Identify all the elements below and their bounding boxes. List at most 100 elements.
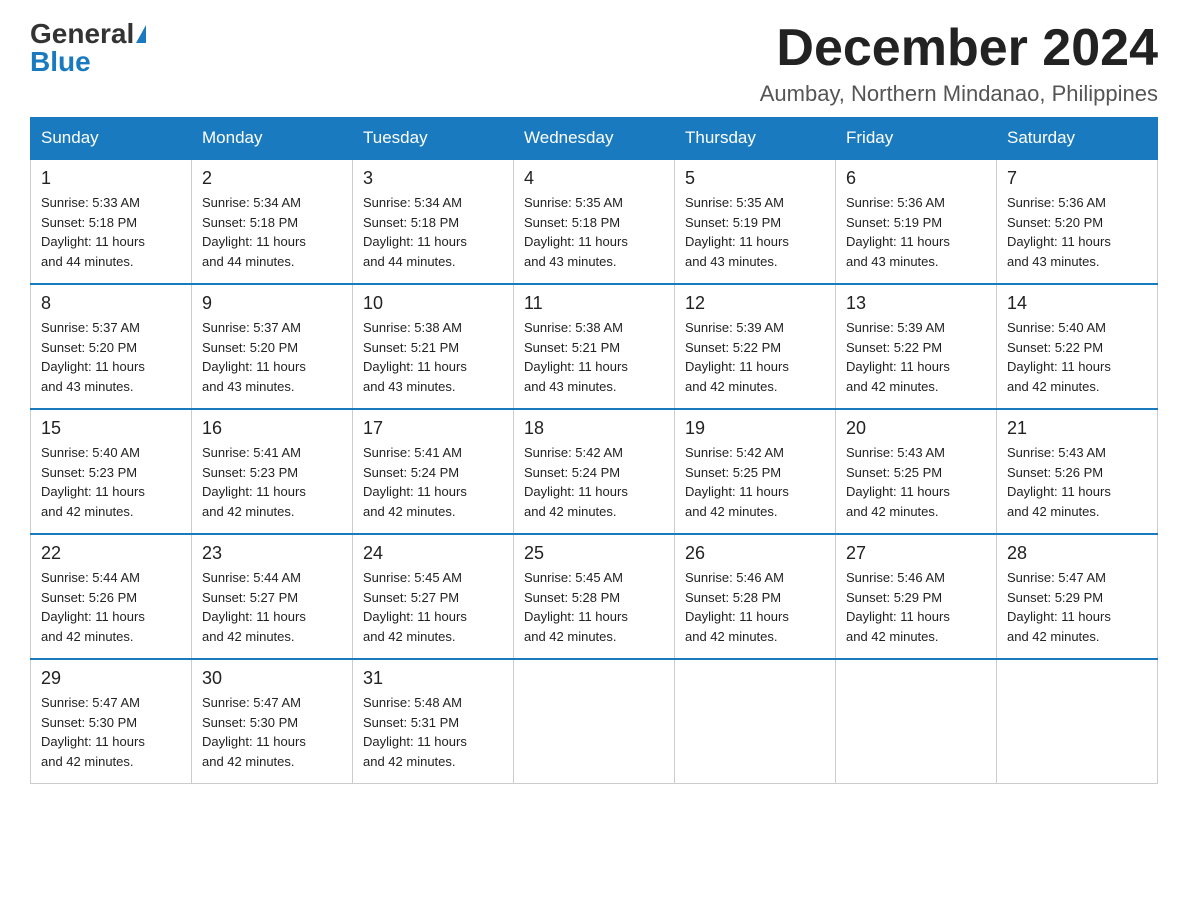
header-saturday: Saturday bbox=[997, 118, 1158, 160]
day-info: Sunrise: 5:39 AMSunset: 5:22 PMDaylight:… bbox=[846, 320, 950, 394]
header-sunday: Sunday bbox=[31, 118, 192, 160]
day-info: Sunrise: 5:33 AMSunset: 5:18 PMDaylight:… bbox=[41, 195, 145, 269]
calendar-cell bbox=[514, 659, 675, 784]
calendar-cell: 27 Sunrise: 5:46 AMSunset: 5:29 PMDaylig… bbox=[836, 534, 997, 659]
day-info: Sunrise: 5:36 AMSunset: 5:20 PMDaylight:… bbox=[1007, 195, 1111, 269]
calendar-cell: 9 Sunrise: 5:37 AMSunset: 5:20 PMDayligh… bbox=[192, 284, 353, 409]
calendar-cell: 4 Sunrise: 5:35 AMSunset: 5:18 PMDayligh… bbox=[514, 159, 675, 284]
day-info: Sunrise: 5:43 AMSunset: 5:25 PMDaylight:… bbox=[846, 445, 950, 519]
header-friday: Friday bbox=[836, 118, 997, 160]
day-number: 17 bbox=[363, 418, 503, 439]
day-info: Sunrise: 5:42 AMSunset: 5:24 PMDaylight:… bbox=[524, 445, 628, 519]
calendar-cell: 12 Sunrise: 5:39 AMSunset: 5:22 PMDaylig… bbox=[675, 284, 836, 409]
day-number: 11 bbox=[524, 293, 664, 314]
day-info: Sunrise: 5:39 AMSunset: 5:22 PMDaylight:… bbox=[685, 320, 789, 394]
location-title: Aumbay, Northern Mindanao, Philippines bbox=[760, 81, 1158, 107]
day-info: Sunrise: 5:45 AMSunset: 5:28 PMDaylight:… bbox=[524, 570, 628, 644]
day-number: 3 bbox=[363, 168, 503, 189]
day-number: 4 bbox=[524, 168, 664, 189]
calendar-cell: 25 Sunrise: 5:45 AMSunset: 5:28 PMDaylig… bbox=[514, 534, 675, 659]
header-monday: Monday bbox=[192, 118, 353, 160]
day-number: 24 bbox=[363, 543, 503, 564]
day-number: 20 bbox=[846, 418, 986, 439]
calendar-table: Sunday Monday Tuesday Wednesday Thursday… bbox=[30, 117, 1158, 784]
calendar-cell: 23 Sunrise: 5:44 AMSunset: 5:27 PMDaylig… bbox=[192, 534, 353, 659]
calendar-cell: 5 Sunrise: 5:35 AMSunset: 5:19 PMDayligh… bbox=[675, 159, 836, 284]
calendar-cell: 14 Sunrise: 5:40 AMSunset: 5:22 PMDaylig… bbox=[997, 284, 1158, 409]
day-info: Sunrise: 5:37 AMSunset: 5:20 PMDaylight:… bbox=[202, 320, 306, 394]
day-number: 1 bbox=[41, 168, 181, 189]
calendar-cell: 20 Sunrise: 5:43 AMSunset: 5:25 PMDaylig… bbox=[836, 409, 997, 534]
calendar-cell: 22 Sunrise: 5:44 AMSunset: 5:26 PMDaylig… bbox=[31, 534, 192, 659]
page-header: General Blue December 2024 Aumbay, North… bbox=[30, 20, 1158, 107]
calendar-cell: 6 Sunrise: 5:36 AMSunset: 5:19 PMDayligh… bbox=[836, 159, 997, 284]
header-wednesday: Wednesday bbox=[514, 118, 675, 160]
day-info: Sunrise: 5:36 AMSunset: 5:19 PMDaylight:… bbox=[846, 195, 950, 269]
day-info: Sunrise: 5:43 AMSunset: 5:26 PMDaylight:… bbox=[1007, 445, 1111, 519]
day-info: Sunrise: 5:40 AMSunset: 5:23 PMDaylight:… bbox=[41, 445, 145, 519]
calendar-cell: 15 Sunrise: 5:40 AMSunset: 5:23 PMDaylig… bbox=[31, 409, 192, 534]
month-title: December 2024 bbox=[760, 20, 1158, 77]
calendar-cell: 8 Sunrise: 5:37 AMSunset: 5:20 PMDayligh… bbox=[31, 284, 192, 409]
calendar-cell: 24 Sunrise: 5:45 AMSunset: 5:27 PMDaylig… bbox=[353, 534, 514, 659]
day-number: 13 bbox=[846, 293, 986, 314]
calendar-cell: 3 Sunrise: 5:34 AMSunset: 5:18 PMDayligh… bbox=[353, 159, 514, 284]
day-info: Sunrise: 5:37 AMSunset: 5:20 PMDaylight:… bbox=[41, 320, 145, 394]
calendar-cell: 11 Sunrise: 5:38 AMSunset: 5:21 PMDaylig… bbox=[514, 284, 675, 409]
day-number: 9 bbox=[202, 293, 342, 314]
calendar-cell: 1 Sunrise: 5:33 AMSunset: 5:18 PMDayligh… bbox=[31, 159, 192, 284]
calendar-cell: 26 Sunrise: 5:46 AMSunset: 5:28 PMDaylig… bbox=[675, 534, 836, 659]
week-row-1: 1 Sunrise: 5:33 AMSunset: 5:18 PMDayligh… bbox=[31, 159, 1158, 284]
day-number: 5 bbox=[685, 168, 825, 189]
calendar-cell: 30 Sunrise: 5:47 AMSunset: 5:30 PMDaylig… bbox=[192, 659, 353, 784]
header-tuesday: Tuesday bbox=[353, 118, 514, 160]
day-number: 28 bbox=[1007, 543, 1147, 564]
day-number: 16 bbox=[202, 418, 342, 439]
calendar-cell bbox=[675, 659, 836, 784]
calendar-cell: 10 Sunrise: 5:38 AMSunset: 5:21 PMDaylig… bbox=[353, 284, 514, 409]
day-number: 29 bbox=[41, 668, 181, 689]
calendar-header-row: Sunday Monday Tuesday Wednesday Thursday… bbox=[31, 118, 1158, 160]
day-info: Sunrise: 5:44 AMSunset: 5:26 PMDaylight:… bbox=[41, 570, 145, 644]
logo: General Blue bbox=[30, 20, 146, 76]
day-info: Sunrise: 5:34 AMSunset: 5:18 PMDaylight:… bbox=[363, 195, 467, 269]
day-info: Sunrise: 5:38 AMSunset: 5:21 PMDaylight:… bbox=[363, 320, 467, 394]
calendar-cell: 28 Sunrise: 5:47 AMSunset: 5:29 PMDaylig… bbox=[997, 534, 1158, 659]
logo-blue-text: Blue bbox=[30, 46, 91, 77]
day-info: Sunrise: 5:47 AMSunset: 5:30 PMDaylight:… bbox=[41, 695, 145, 769]
day-number: 18 bbox=[524, 418, 664, 439]
calendar-cell: 13 Sunrise: 5:39 AMSunset: 5:22 PMDaylig… bbox=[836, 284, 997, 409]
day-number: 6 bbox=[846, 168, 986, 189]
day-number: 30 bbox=[202, 668, 342, 689]
day-number: 25 bbox=[524, 543, 664, 564]
day-number: 2 bbox=[202, 168, 342, 189]
logo-blue-row: Blue bbox=[30, 48, 91, 76]
day-number: 12 bbox=[685, 293, 825, 314]
week-row-3: 15 Sunrise: 5:40 AMSunset: 5:23 PMDaylig… bbox=[31, 409, 1158, 534]
day-number: 7 bbox=[1007, 168, 1147, 189]
day-number: 23 bbox=[202, 543, 342, 564]
day-info: Sunrise: 5:35 AMSunset: 5:18 PMDaylight:… bbox=[524, 195, 628, 269]
calendar-cell: 17 Sunrise: 5:41 AMSunset: 5:24 PMDaylig… bbox=[353, 409, 514, 534]
day-info: Sunrise: 5:46 AMSunset: 5:29 PMDaylight:… bbox=[846, 570, 950, 644]
calendar-cell bbox=[997, 659, 1158, 784]
title-section: December 2024 Aumbay, Northern Mindanao,… bbox=[760, 20, 1158, 107]
day-info: Sunrise: 5:40 AMSunset: 5:22 PMDaylight:… bbox=[1007, 320, 1111, 394]
day-info: Sunrise: 5:38 AMSunset: 5:21 PMDaylight:… bbox=[524, 320, 628, 394]
day-info: Sunrise: 5:45 AMSunset: 5:27 PMDaylight:… bbox=[363, 570, 467, 644]
day-number: 15 bbox=[41, 418, 181, 439]
calendar-cell: 16 Sunrise: 5:41 AMSunset: 5:23 PMDaylig… bbox=[192, 409, 353, 534]
calendar-cell: 31 Sunrise: 5:48 AMSunset: 5:31 PMDaylig… bbox=[353, 659, 514, 784]
header-thursday: Thursday bbox=[675, 118, 836, 160]
week-row-2: 8 Sunrise: 5:37 AMSunset: 5:20 PMDayligh… bbox=[31, 284, 1158, 409]
day-info: Sunrise: 5:42 AMSunset: 5:25 PMDaylight:… bbox=[685, 445, 789, 519]
day-info: Sunrise: 5:35 AMSunset: 5:19 PMDaylight:… bbox=[685, 195, 789, 269]
calendar-cell bbox=[836, 659, 997, 784]
day-info: Sunrise: 5:48 AMSunset: 5:31 PMDaylight:… bbox=[363, 695, 467, 769]
day-info: Sunrise: 5:44 AMSunset: 5:27 PMDaylight:… bbox=[202, 570, 306, 644]
day-info: Sunrise: 5:47 AMSunset: 5:30 PMDaylight:… bbox=[202, 695, 306, 769]
day-info: Sunrise: 5:47 AMSunset: 5:29 PMDaylight:… bbox=[1007, 570, 1111, 644]
day-number: 8 bbox=[41, 293, 181, 314]
day-number: 27 bbox=[846, 543, 986, 564]
calendar-cell: 18 Sunrise: 5:42 AMSunset: 5:24 PMDaylig… bbox=[514, 409, 675, 534]
